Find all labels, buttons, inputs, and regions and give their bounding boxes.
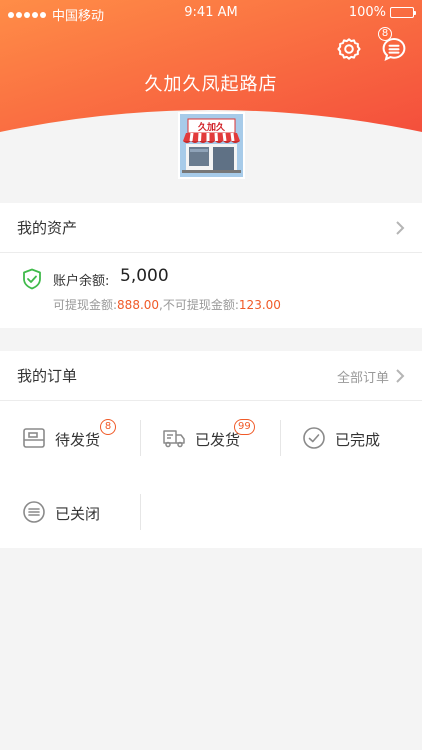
orders-title: 我的订单	[17, 367, 78, 385]
battery-percent: 100%	[348, 5, 386, 20]
battery-status: 100%	[348, 5, 416, 20]
order-count-badge: 99	[234, 419, 255, 435]
assets-header[interactable]: 我的资产	[0, 203, 422, 253]
divider	[280, 420, 281, 456]
store-name: 久加久凤起路店	[144, 74, 278, 95]
settings-gear-icon[interactable]	[336, 36, 362, 62]
truck-icon	[163, 430, 185, 448]
check-circle-icon	[303, 427, 325, 449]
status-bar: 中国移动 9:41 AM 100%	[0, 0, 422, 26]
withdraw-info: 可提现金额:888.00,不可提现金额:123.00	[53, 296, 281, 313]
order-status-completed[interactable]: 已完成	[302, 420, 402, 460]
order-status-shipped[interactable]: 已发货 99	[162, 419, 272, 460]
order-status-label: 待发货	[55, 431, 101, 449]
chevron-right-icon	[396, 221, 405, 235]
withdrawable-label: 可提现金额:	[53, 298, 118, 312]
logo-text: 久加久	[198, 121, 226, 133]
order-status-label: 已发货	[195, 431, 241, 449]
chevron-right-icon[interactable]	[395, 368, 405, 384]
assets-title: 我的资产	[17, 219, 78, 237]
order-status-label: 已完成	[335, 431, 381, 449]
storefront-icon: 久加久	[180, 114, 243, 177]
order-status-closed[interactable]: 已关闭	[22, 494, 132, 534]
order-status-pending-ship[interactable]: 待发货 8	[22, 419, 132, 460]
balance-label: 账户余额:	[53, 274, 110, 289]
order-count-badge: 8	[100, 419, 116, 435]
message-count-badge: 8	[378, 27, 392, 41]
store-logo[interactable]: 久加久	[178, 112, 245, 179]
divider	[140, 420, 141, 456]
all-orders-link[interactable]: 全部订单	[337, 367, 389, 386]
order-status-label: 已关闭	[55, 505, 101, 523]
battery-icon	[390, 7, 416, 18]
non-withdrawable-label: 不可提现金额:	[162, 298, 239, 312]
header: 中国移动 9:41 AM 100% 8 久加久凤起路店 久加久	[0, 0, 422, 200]
divider	[140, 494, 141, 530]
closed-list-icon	[23, 501, 45, 523]
shield-check-icon	[23, 268, 41, 290]
orders-header: 我的订单 全部订单	[0, 351, 422, 401]
balance-value: 5,000	[120, 266, 169, 286]
withdrawable-value: 888.00	[117, 298, 160, 312]
non-withdrawable-value: 123.00	[238, 298, 281, 312]
box-icon	[23, 428, 45, 448]
